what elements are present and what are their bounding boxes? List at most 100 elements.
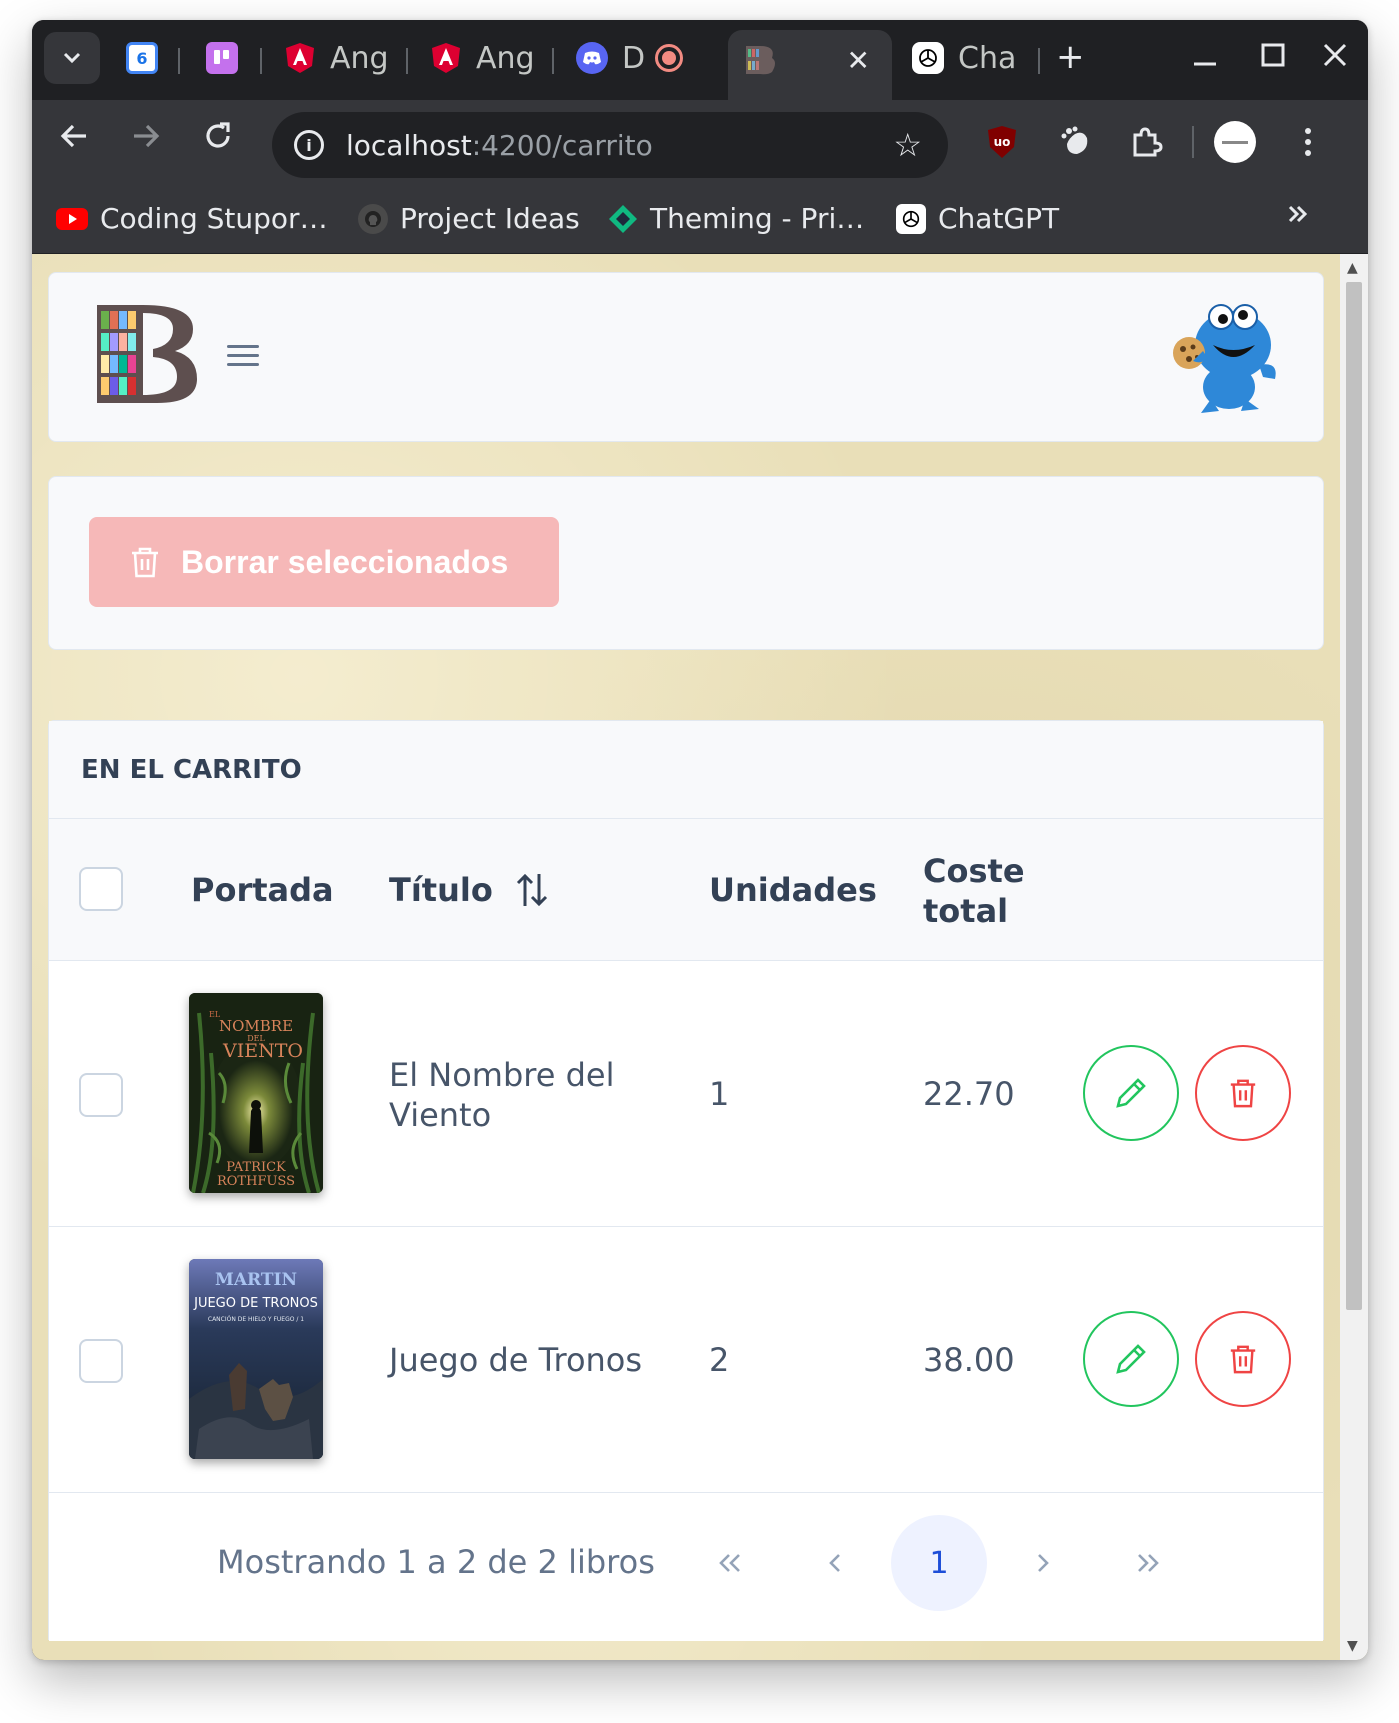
tab-trello[interactable] (192, 30, 252, 86)
first-page-button[interactable] (683, 1515, 779, 1611)
pencil-icon (1116, 1078, 1146, 1108)
svg-text:ROTHFUSS: ROTHFUSS (217, 1174, 295, 1189)
bookmark-label: Theming - Pri… (650, 202, 865, 235)
book-cover-image[interactable]: EL NOMBRE DEL VIENTO PATRICK ROTHFUSS (189, 993, 323, 1193)
column-total-line1: Coste (923, 852, 1025, 890)
tab-angular-1[interactable]: Ang (270, 30, 389, 86)
books-logo-icon (744, 44, 778, 80)
tab-label: D (622, 40, 646, 76)
tab-angular-2[interactable]: Ang (416, 30, 535, 86)
close-window-button[interactable] (1322, 42, 1348, 74)
chevron-right-icon (1038, 1554, 1049, 1572)
double-chevron-right-icon (1288, 205, 1308, 223)
tab-chatgpt[interactable]: Cha (898, 30, 1016, 86)
column-cover: Portada (191, 871, 334, 909)
scroll-up-arrow-icon[interactable]: ▲ (1347, 260, 1358, 276)
row-title: El Nombre del Viento (389, 1055, 614, 1135)
delete-selected-button[interactable]: Borrar seleccionados (89, 517, 559, 607)
row-title: Juego de Tronos (389, 1341, 642, 1379)
reload-button[interactable] (202, 120, 234, 161)
row-checkbox[interactable] (79, 1339, 123, 1383)
site-info-icon[interactable]: i (294, 130, 324, 160)
url-host: localhost (346, 128, 472, 162)
gnome-extension-icon[interactable] (1058, 124, 1094, 160)
delete-button[interactable] (1195, 1311, 1291, 1407)
bookmark-star-icon[interactable]: ☆ (893, 126, 922, 164)
menu-kebab-icon[interactable] (1290, 124, 1326, 160)
youtube-icon (56, 207, 88, 230)
back-button[interactable] (58, 120, 90, 161)
angular-shield-icon (284, 42, 316, 74)
user-avatar[interactable] (1171, 295, 1283, 415)
app-header (48, 272, 1324, 442)
book-cover-image[interactable]: MARTIN JUEGO DE TRONOS CANCIÓN DE HIELO … (189, 1259, 323, 1459)
page-1-button[interactable]: 1 (891, 1515, 987, 1611)
row-total: 38.00 (923, 1341, 1015, 1379)
action-toolbar: Borrar seleccionados (48, 476, 1324, 650)
maximize-button[interactable] (1260, 42, 1286, 74)
delete-selected-label: Borrar seleccionados (181, 543, 509, 580)
column-total-line2: total (923, 892, 1009, 930)
new-tab-button[interactable]: + (1056, 40, 1085, 74)
scroll-down-arrow-icon[interactable]: ▼ (1347, 1638, 1358, 1654)
select-all-checkbox[interactable] (79, 867, 123, 911)
tab-calendar[interactable]: 6 (112, 30, 172, 86)
trash-icon (1230, 1345, 1256, 1374)
column-title[interactable]: Título (389, 871, 549, 909)
table-header: Portada Título Unidades Coste total (49, 819, 1323, 961)
tab-discord[interactable]: D (562, 30, 684, 86)
tab-label: Cha (958, 40, 1017, 76)
edit-button[interactable] (1083, 1311, 1179, 1407)
svg-text:VIENTO: VIENTO (222, 1040, 303, 1062)
bookmark-label: ChatGPT (938, 202, 1060, 235)
recording-icon (655, 44, 684, 72)
minimize-button[interactable] (1192, 42, 1218, 74)
page-scrollbar[interactable]: ▲ ▼ (1340, 254, 1368, 1660)
pencil-icon (1116, 1344, 1146, 1374)
app-logo[interactable] (97, 305, 197, 403)
bookmark-chatgpt[interactable]: ChatGPT (896, 202, 1059, 235)
tab-search-button[interactable] (44, 32, 100, 84)
prev-page-button[interactable] (787, 1515, 883, 1611)
bookmark-coding-stupor[interactable]: Coding Stupor… (56, 202, 328, 235)
maximize-icon (1261, 43, 1285, 67)
ublock-extension-icon[interactable]: uo (984, 124, 1020, 160)
close-icon[interactable]: ✕ (847, 44, 870, 77)
chevron-left-icon (829, 1554, 840, 1572)
chatgpt-icon (896, 203, 926, 234)
last-page-button[interactable] (1099, 1515, 1195, 1611)
row-units: 2 (709, 1341, 730, 1379)
address-bar[interactable]: i localhost:4200/carrito ☆ (272, 112, 948, 178)
angular-shield-icon (430, 42, 462, 74)
bookmark-theming[interactable]: Theming - Pri… (608, 202, 864, 235)
edit-button[interactable] (1083, 1045, 1179, 1141)
table-row: EL NOMBRE DEL VIENTO PATRICK ROTHFUSS El… (49, 961, 1323, 1227)
paginator: Mostrando 1 a 2 de 2 libros 1 (49, 1493, 1323, 1641)
forward-button[interactable] (130, 120, 162, 161)
menu-toggle-button[interactable] (227, 345, 259, 367)
scrollbar-thumb[interactable] (1346, 282, 1362, 1310)
more-bookmarks-button[interactable] (1286, 202, 1310, 226)
primeng-icon (608, 204, 638, 234)
column-title-label: Título (389, 871, 493, 909)
tab-active[interactable]: ✕ (728, 30, 892, 100)
close-icon (1323, 43, 1347, 67)
delete-button[interactable] (1195, 1045, 1291, 1141)
paginator-summary: Mostrando 1 a 2 de 2 libros (217, 1543, 655, 1581)
extensions-puzzle-icon[interactable] (1128, 124, 1164, 160)
browser-window: 6 Ang Ang D ✕ Cha + i localhost:4200/ca… (32, 20, 1368, 1660)
bookmark-project-ideas[interactable]: Project Ideas (358, 202, 580, 235)
svg-text:PATRICK: PATRICK (226, 1160, 286, 1175)
profile-avatar[interactable] (1214, 121, 1256, 163)
double-chevron-left-icon (719, 1554, 740, 1572)
next-page-button[interactable] (995, 1515, 1091, 1611)
bookmark-label: Coding Stupor… (100, 202, 328, 235)
sort-icon[interactable] (515, 872, 549, 908)
table-caption: EN EL CARRITO (49, 721, 1323, 819)
cookie-monster-icon (1173, 304, 1276, 413)
github-icon (358, 203, 388, 234)
row-checkbox[interactable] (79, 1073, 123, 1117)
svg-text:MARTIN: MARTIN (215, 1270, 297, 1290)
arrow-right-icon (134, 124, 160, 148)
bookmark-label: Project Ideas (400, 202, 580, 235)
